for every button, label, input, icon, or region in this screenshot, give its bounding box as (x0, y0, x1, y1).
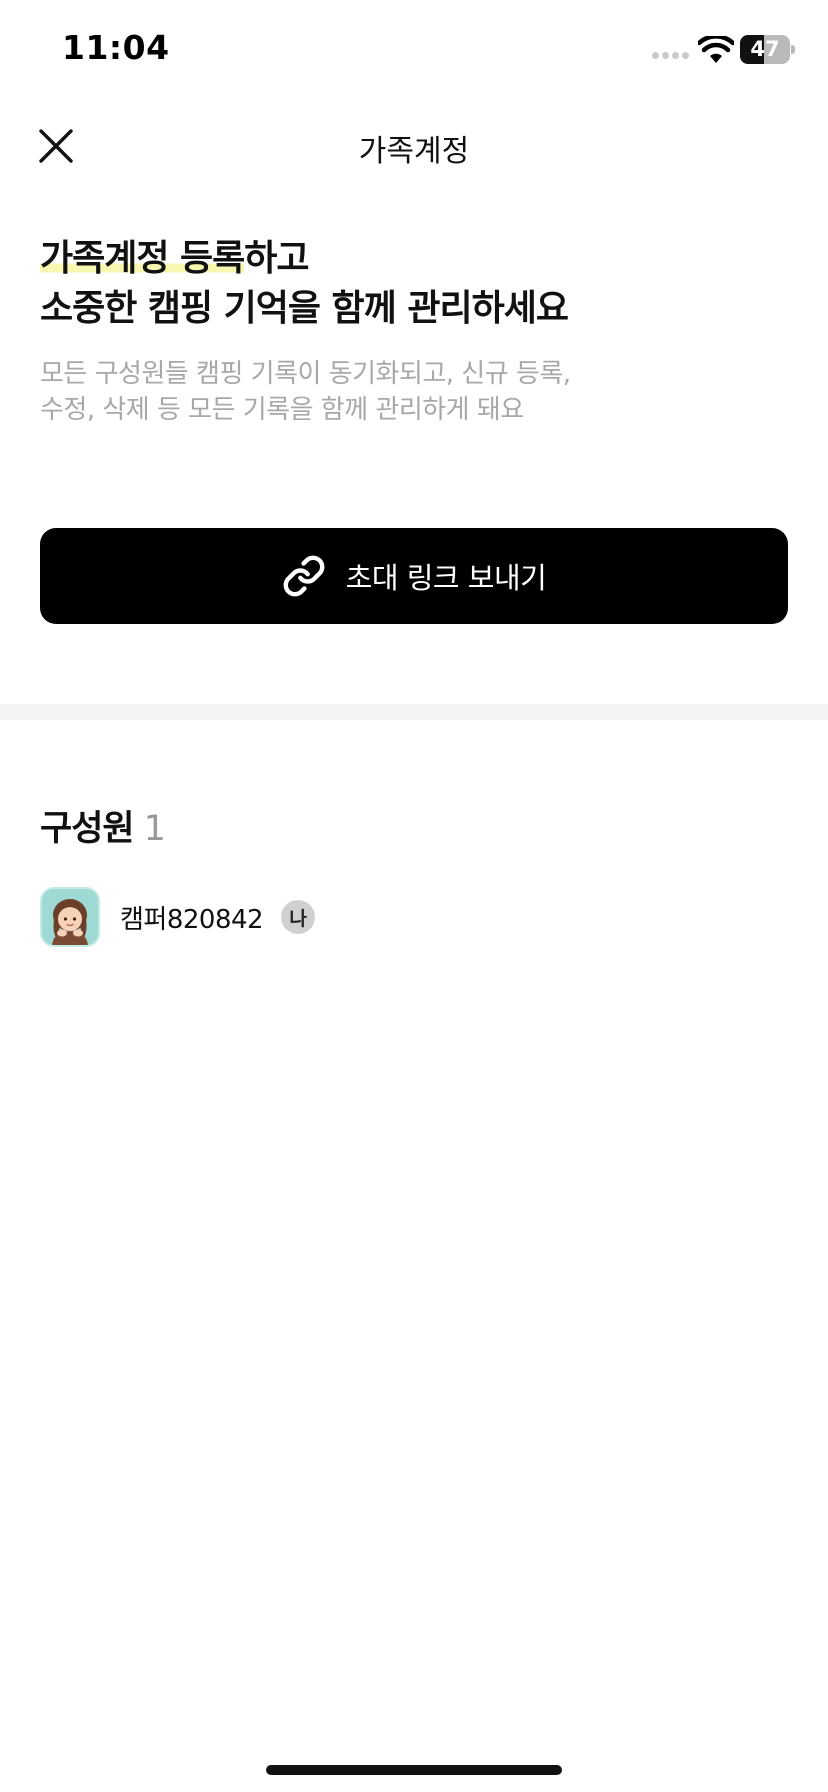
members-count: 1 (143, 809, 166, 849)
hero-heading-line-2: 소중한 캠핑 기억을 함께 관리하세요 (40, 288, 569, 329)
family-account-screen: 11:04 47 가족계정 가족계정 등록하고 소중한 캠핑 기억을 함께 관리… (0, 0, 828, 1792)
hero-heading-line-1: 가족계정 등록하고 (40, 234, 800, 284)
member-name: 캠퍼820842 (120, 904, 264, 935)
section-divider (0, 704, 828, 720)
avatar (40, 887, 100, 947)
battery-level: 47 (750, 37, 780, 61)
member-list-item[interactable]: 캠퍼820842 나 (40, 886, 788, 948)
me-badge: 나 (281, 900, 316, 934)
wifi-icon (698, 36, 734, 63)
status-time: 11:04 (62, 28, 170, 67)
home-indicator (266, 1765, 562, 1775)
page-title: 가족계정 (358, 134, 470, 169)
send-invite-link-button[interactable]: 초대 링크 보내기 (40, 528, 788, 624)
cellular-signal-icon (652, 52, 690, 62)
battery-icon: 47 (740, 35, 790, 64)
hero-description: 모든 구성원들 캠핑 기록이 동기화되고, 신규 등록, 수정, 삭제 등 모든… (40, 356, 800, 428)
link-icon (283, 555, 325, 597)
hero-heading: 가족계정 등록하고 소중한 캠핑 기억을 함께 관리하세요 (40, 234, 800, 334)
hero-description-line-1: 모든 구성원들 캠핑 기록이 동기화되고, 신규 등록, (40, 359, 571, 389)
status-bar: 11:04 47 (0, 0, 828, 100)
members-title: 구성원 (40, 809, 135, 849)
hero-heading-rest: 하고 (244, 238, 309, 279)
members-heading: 구성원 1 (40, 800, 166, 851)
battery-tip (791, 45, 795, 54)
hero-heading-highlight: 가족계정 등록 (40, 238, 245, 279)
send-invite-link-label: 초대 링크 보내기 (345, 561, 547, 595)
hero-description-line-2: 수정, 삭제 등 모든 기록을 함께 관리하게 돼요 (40, 395, 524, 425)
camper-avatar-icon (42, 889, 98, 945)
